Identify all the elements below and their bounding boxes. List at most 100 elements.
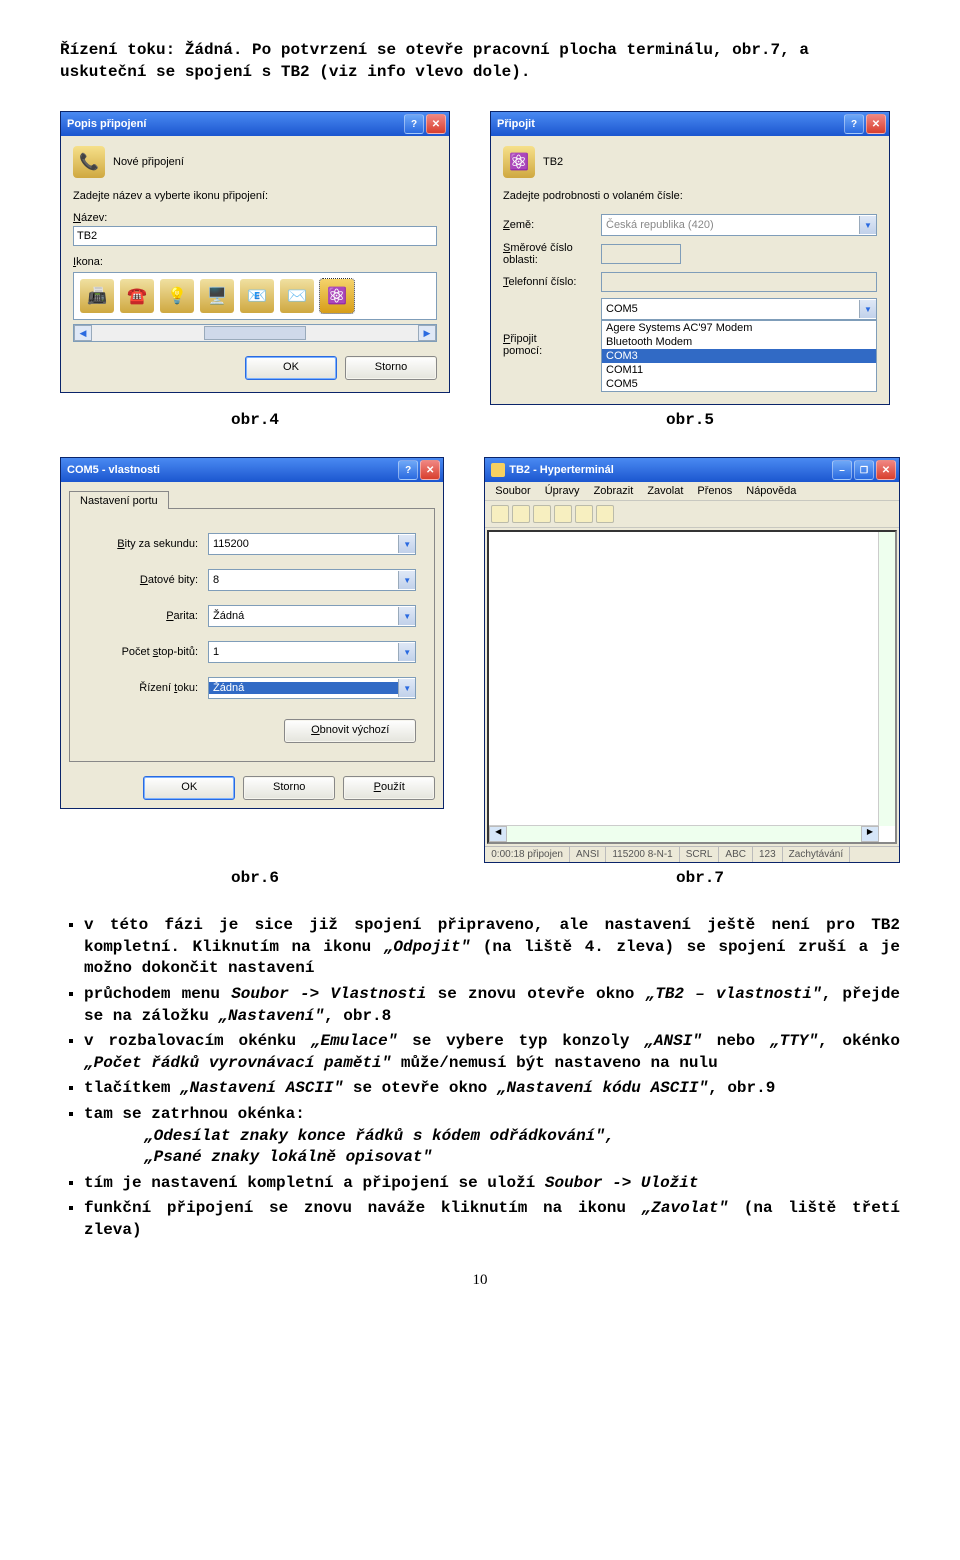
bits-label: Bity za sekundu: [88,538,198,550]
intro-text: Řízení toku: Žádná. Po potvrzení se otev… [60,40,900,83]
tab-nastaveni-portu[interactable]: Nastavení portu [69,491,169,509]
icon-label: Ikona: [73,256,437,268]
scroll-right-icon[interactable]: ▶ [418,325,436,341]
list-item[interactable]: COM11 [602,363,876,377]
connect-using-select[interactable]: COM5 ▼ [601,298,877,320]
menu-zobrazit[interactable]: Zobrazit [588,484,640,498]
icon-scrollbar[interactable]: ◀ ▶ [73,324,437,342]
chevron-down-icon[interactable]: ▼ [398,643,415,661]
connect-options-list[interactable]: Agere Systems AC'97 Modem Bluetooth Mode… [601,320,877,392]
chevron-down-icon[interactable]: ▼ [398,679,415,697]
dialog-popis-pripojeni: Popis připojení 📞 Nové připojení Zadejte… [60,111,450,393]
flow-label: Řízení toku: [88,682,198,694]
toolbar-open-icon[interactable] [512,505,530,523]
area-input [601,244,681,264]
scroll-thumb[interactable] [204,326,306,340]
status-emulation: ANSI [570,847,606,862]
chevron-down-icon[interactable]: ▼ [398,571,415,589]
intro-label: Řízení toku: [60,41,175,59]
apply-button[interactable]: Použít [343,776,435,800]
connect-using-label: Připojitpomocí: [503,333,593,357]
status-123: 123 [753,847,783,862]
toolbar-new-icon[interactable] [491,505,509,523]
menu-napoveda[interactable]: Nápověda [740,484,802,498]
scroll-right-icon[interactable]: ▶ [861,826,879,842]
toolbar-call-icon[interactable] [533,505,551,523]
dlg4-header: Nové připojení [113,156,184,168]
country-label: Země: [503,219,593,231]
scroll-left-icon[interactable]: ◀ [74,325,92,341]
icon-option[interactable]: 💡 [160,279,194,313]
menubar[interactable]: Soubor Úpravy Zobrazit Zavolat Přenos Ná… [485,482,899,501]
cancel-button[interactable]: Storno [243,776,335,800]
list-item: tam se zatrhnou okénka: „Odesílat znaky … [84,1104,900,1169]
icon-option[interactable]: 🖥️ [200,279,234,313]
phone-input [601,272,877,292]
minimize-icon[interactable] [832,460,852,480]
status-time: 0:00:18 připojen [485,847,570,862]
dlg6-title: COM5 - vlastnosti [67,464,396,476]
help-icon[interactable] [398,460,418,480]
name-label: NNázev:ázev: [73,212,437,224]
toolbar-send-icon[interactable] [575,505,593,523]
status-abc: ABC [719,847,753,862]
chevron-down-icon[interactable]: ▼ [859,300,876,318]
list-item: tlačítkem „Nastavení ASCII" se otevře ok… [84,1078,900,1100]
connection-icon: ⚛️ [503,146,535,178]
icon-option-selected[interactable]: ⚛️ [320,279,354,313]
close-icon[interactable] [420,460,440,480]
list-item[interactable]: COM5 [602,377,876,391]
close-icon[interactable] [426,114,446,134]
list-item-selected[interactable]: COM3 [602,349,876,363]
intro-value: Žádná. [185,41,243,59]
name-input[interactable] [73,226,437,246]
data-bits-label: Datové bity: [88,574,198,586]
menu-upravy[interactable]: Úpravy [539,484,586,498]
list-item[interactable]: Bluetooth Modem [602,335,876,349]
icon-option[interactable]: 📧 [240,279,274,313]
icon-option[interactable]: ✉️ [280,279,314,313]
connection-icon: 📞 [73,146,105,178]
area-label: Směrové číslooblasti: [503,242,593,266]
icon-option[interactable]: 📠 [80,279,114,313]
dlg5-title: Připojit [497,118,842,130]
icon-option[interactable]: ☎️ [120,279,154,313]
chevron-down-icon[interactable]: ▼ [398,535,415,553]
terminal-area[interactable]: ◀ ▶ [487,530,897,844]
menu-soubor[interactable]: Soubor [489,484,536,498]
close-icon[interactable] [876,460,896,480]
sub-item: „Odesílat znaky konce řádků s kódem odřá… [144,1127,614,1145]
bits-select[interactable]: 115200▼ [208,533,416,555]
list-item: v této fázi je sice již spojení připrave… [84,915,900,980]
toolbar [485,501,899,528]
toolbar-properties-icon[interactable] [596,505,614,523]
list-item: funkční připojení se znovu naváže kliknu… [84,1198,900,1241]
cancel-button[interactable]: Storno [345,356,437,380]
menu-zavolat[interactable]: Zavolat [641,484,689,498]
restore-defaults-button[interactable]: OObnovit výchozíbnovit výchozí [284,719,416,743]
dlg5-conn-name: TB2 [543,156,563,168]
scrollbar-horizontal[interactable]: ◀ ▶ [489,825,879,842]
list-item: průchodem menu Soubor -> Vlastnosti se z… [84,984,900,1027]
flow-select[interactable]: Žádná▼ [208,677,416,699]
dlg5-prompt: Zadejte podrobnosti o volaném čísle: [503,190,877,202]
help-icon[interactable] [404,114,424,134]
close-icon[interactable] [866,114,886,134]
menu-prenos[interactable]: Přenos [691,484,738,498]
chevron-down-icon[interactable]: ▼ [398,607,415,625]
maximize-icon[interactable] [854,460,874,480]
toolbar-disconnect-icon[interactable] [554,505,572,523]
dialog-pripojit: Připojit ⚛️ TB2 Zadejte podrobnosti o vo… [490,111,890,405]
data-bits-select[interactable]: 8▼ [208,569,416,591]
scroll-left-icon[interactable]: ◀ [489,826,507,842]
window-hyperterminal: TB2 - Hyperterminál Soubor Úpravy Zobraz… [484,457,900,863]
icon-picker[interactable]: 📠 ☎️ 💡 🖥️ 📧 ✉️ ⚛️ [73,272,437,320]
parity-select[interactable]: Žádná▼ [208,605,416,627]
help-icon[interactable] [844,114,864,134]
ok-button[interactable]: OK [245,356,337,380]
caption-obr4: obr.4 [60,411,450,429]
ok-button[interactable]: OK [143,776,235,800]
list-item[interactable]: Agere Systems AC'97 Modem [602,321,876,335]
stop-bits-select[interactable]: 1▼ [208,641,416,663]
scrollbar-vertical[interactable] [878,532,895,826]
